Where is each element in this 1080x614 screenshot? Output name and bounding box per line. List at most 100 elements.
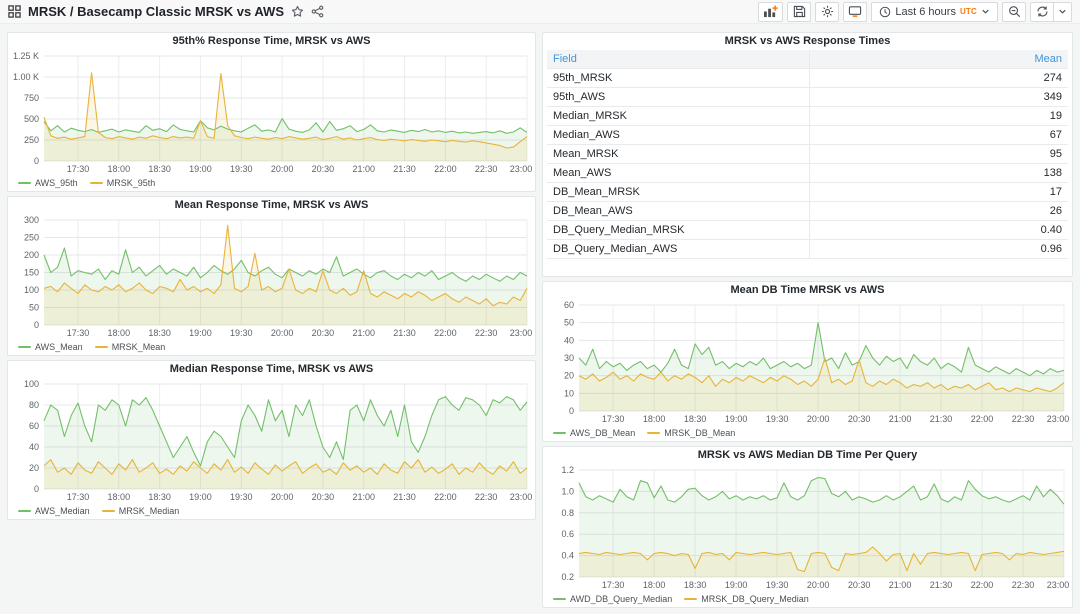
- svg-text:19:30: 19:30: [766, 580, 789, 590]
- table-row: Mean_AWS 138: [547, 164, 1068, 183]
- median-chart-svg[interactable]: 17:3018:0018:3019:0019:3020:0020:3021:00…: [8, 378, 535, 503]
- svg-text:0.2: 0.2: [561, 572, 574, 582]
- svg-text:23:00: 23:00: [510, 492, 533, 502]
- svg-text:20:00: 20:00: [807, 414, 830, 424]
- svg-text:20:00: 20:00: [271, 328, 294, 338]
- svg-text:21:30: 21:30: [930, 414, 953, 424]
- svg-text:23:00: 23:00: [1047, 580, 1070, 590]
- dashboard-toolbar: Last 6 hours UTC: [758, 2, 1072, 22]
- svg-text:20:30: 20:30: [848, 414, 871, 424]
- legend-item-AWS_Mean[interactable]: AWS_Mean: [18, 342, 83, 352]
- response-times-table: Field Mean 95th_MRSK 274 95th_AWS 349 Me…: [543, 50, 1072, 276]
- svg-text:200: 200: [24, 250, 39, 260]
- legend-color-dash: [102, 510, 115, 512]
- legend-label: AWS_Mean: [35, 342, 83, 352]
- svg-text:20:30: 20:30: [312, 328, 335, 338]
- add-panel-button[interactable]: [758, 2, 783, 22]
- dashboard-settings-button[interactable]: [815, 2, 839, 22]
- svg-text:19:00: 19:00: [725, 414, 748, 424]
- legend-label: MRSK_DB_Query_Median: [701, 594, 809, 604]
- svg-text:60: 60: [29, 421, 39, 431]
- refresh-button[interactable]: [1030, 2, 1054, 22]
- svg-text:21:30: 21:30: [393, 164, 416, 174]
- svg-text:18:30: 18:30: [148, 492, 171, 502]
- legend-item-AWD_DB_Query_Median[interactable]: AWD_DB_Query_Median: [553, 594, 672, 604]
- svg-text:22:00: 22:00: [971, 580, 994, 590]
- legend-item-MRSK_DB_Mean[interactable]: MRSK_DB_Mean: [647, 428, 735, 438]
- median-db-time-per-query-chart[interactable]: 17:3018:0018:3019:0019:3020:0020:3021:00…: [543, 464, 1072, 591]
- refresh-interval-dropdown[interactable]: [1054, 2, 1072, 22]
- mean-cell: 274: [810, 72, 1068, 84]
- svg-text:17:30: 17:30: [602, 414, 625, 424]
- table-row: DB_Mean_MRSK 17: [547, 183, 1068, 202]
- mean-chart-svg[interactable]: 17:3018:0018:3019:0019:3020:0020:3021:00…: [8, 214, 535, 339]
- legend-item-AWS_95th[interactable]: AWS_95th: [18, 178, 78, 188]
- mean-cell: 0.96: [810, 243, 1068, 255]
- p95-chart-svg[interactable]: 17:3018:0018:3019:0019:3020:0020:3021:00…: [8, 50, 535, 175]
- legend-color-dash: [647, 432, 660, 434]
- chart-legend: AWS_95th MRSK_95th: [8, 175, 535, 191]
- column-header-field[interactable]: Field: [547, 50, 810, 68]
- mean-cell: 349: [810, 91, 1068, 103]
- legend-item-AWS_DB_Mean[interactable]: AWS_DB_Mean: [553, 428, 635, 438]
- field-cell: 95th_AWS: [547, 88, 810, 106]
- panel-title[interactable]: Median Response Time, MRSK vs AWS: [8, 361, 535, 378]
- legend-label: MRSK_DB_Mean: [664, 428, 735, 438]
- legend-item-MRSK_DB_Query_Median[interactable]: MRSK_DB_Query_Median: [684, 594, 809, 604]
- svg-text:18:00: 18:00: [108, 328, 131, 338]
- svg-text:20:30: 20:30: [312, 164, 335, 174]
- mean-cell: 0.40: [810, 224, 1068, 236]
- panel-median-db-time-per-query: MRSK vs AWS Median DB Time Per Query 17:…: [542, 446, 1073, 608]
- save-dashboard-button[interactable]: [787, 2, 811, 22]
- legend-label: AWS_Median: [35, 506, 90, 516]
- panel-title[interactable]: MRSK vs AWS Median DB Time Per Query: [543, 447, 1072, 464]
- timezone-label: UTC: [960, 7, 977, 16]
- cycle-view-mode-button[interactable]: [843, 2, 867, 22]
- legend-item-MRSK_Median[interactable]: MRSK_Median: [102, 506, 180, 516]
- svg-text:18:30: 18:30: [148, 164, 171, 174]
- svg-text:17:30: 17:30: [67, 492, 90, 502]
- table-row: Median_MRSK 19: [547, 107, 1068, 126]
- svg-text:22:00: 22:00: [971, 414, 994, 424]
- mean-cell: 67: [810, 129, 1068, 141]
- svg-text:40: 40: [564, 335, 574, 345]
- legend-item-MRSK_95th[interactable]: MRSK_95th: [90, 178, 156, 188]
- panel-title[interactable]: MRSK vs AWS Response Times: [543, 33, 1072, 50]
- legend-item-MRSK_Mean[interactable]: MRSK_Mean: [95, 342, 166, 352]
- mean-response-time-chart[interactable]: 17:3018:0018:3019:0019:3020:0020:3021:00…: [8, 214, 535, 339]
- legend-color-dash: [18, 182, 31, 184]
- table-row: Mean_MRSK 95: [547, 145, 1068, 164]
- svg-text:20: 20: [29, 463, 39, 473]
- p95-response-time-chart[interactable]: 17:3018:0018:3019:0019:3020:0020:3021:00…: [8, 50, 535, 175]
- svg-text:50: 50: [564, 318, 574, 328]
- panel-title[interactable]: Mean DB Time MRSK vs AWS: [543, 282, 1072, 299]
- share-icon[interactable]: [311, 5, 324, 18]
- column-header-mean[interactable]: Mean: [810, 53, 1068, 65]
- svg-text:19:00: 19:00: [189, 164, 212, 174]
- zoom-out-button[interactable]: [1002, 2, 1026, 22]
- svg-text:19:30: 19:30: [230, 328, 253, 338]
- svg-text:18:30: 18:30: [148, 328, 171, 338]
- legend-item-AWS_Median[interactable]: AWS_Median: [18, 506, 90, 516]
- svg-text:1.0: 1.0: [561, 486, 574, 496]
- dashboards-grid-icon[interactable]: [8, 5, 21, 18]
- star-icon[interactable]: [291, 5, 304, 18]
- mean-db-time-chart[interactable]: 17:3018:0018:3019:0019:3020:0020:3021:00…: [543, 299, 1072, 425]
- panel-title[interactable]: 95th% Response Time, MRSK vs AWS: [8, 33, 535, 50]
- chart-legend: AWS_Mean MRSK_Mean: [8, 339, 535, 355]
- svg-text:10: 10: [564, 388, 574, 398]
- dbmean-chart-svg[interactable]: 17:3018:0018:3019:0019:3020:0020:3021:00…: [543, 299, 1072, 425]
- median-response-time-chart[interactable]: 17:3018:0018:3019:0019:3020:0020:3021:00…: [8, 378, 535, 503]
- svg-text:21:00: 21:00: [352, 164, 375, 174]
- svg-text:23:00: 23:00: [1047, 414, 1070, 424]
- svg-text:17:30: 17:30: [67, 328, 90, 338]
- dbquery-chart-svg[interactable]: 17:3018:0018:3019:0019:3020:0020:3021:00…: [543, 464, 1072, 591]
- legend-color-dash: [18, 510, 31, 512]
- time-range-picker[interactable]: Last 6 hours UTC: [871, 2, 998, 22]
- table-row: DB_Mean_AWS 26: [547, 202, 1068, 221]
- panel-response-times-table: MRSK vs AWS Response Times Field Mean 95…: [542, 32, 1073, 277]
- svg-text:19:30: 19:30: [230, 164, 253, 174]
- panel-title[interactable]: Mean Response Time, MRSK vs AWS: [8, 197, 535, 214]
- table-row: 95th_AWS 349: [547, 88, 1068, 107]
- legend-color-dash: [553, 598, 566, 600]
